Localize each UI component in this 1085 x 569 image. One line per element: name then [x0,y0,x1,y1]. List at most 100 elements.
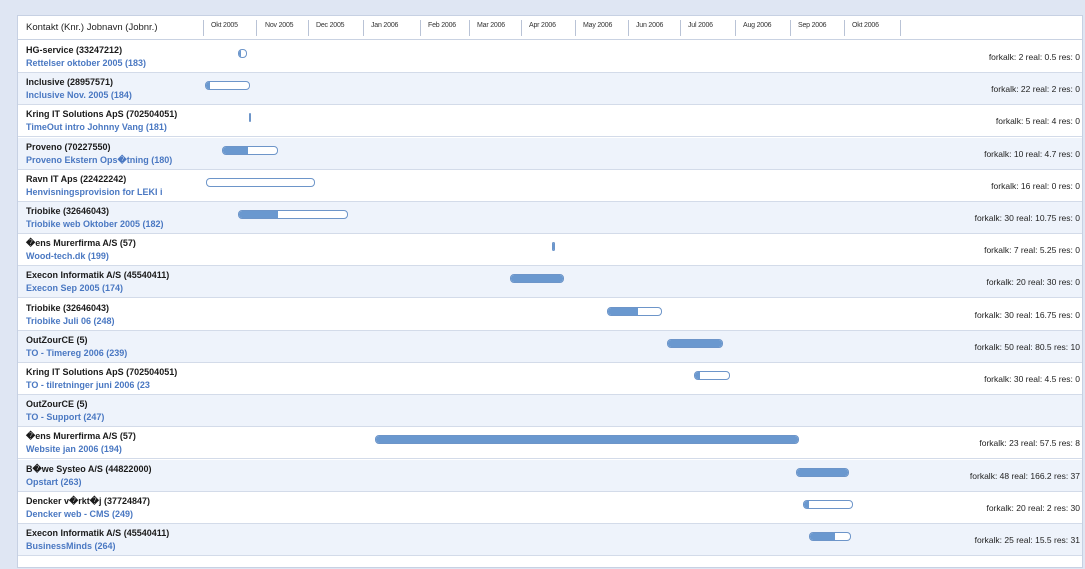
job-timeline-bar[interactable] [796,467,849,477]
job-stats: forkalk: 30 real: 16.75 res: 0 [974,309,1080,320]
job-row: Execon Informatik A/S (45540411) Execon S… [18,266,1082,299]
job-row: OutZourCE (5) TO - Timereg 2006 (239) fork… [18,330,1082,363]
column-header-title: Kontakt (Knr.) Jobnavn (Jobnr.) [26,22,158,33]
job-timeline-bar[interactable] [249,113,251,123]
job-row: HG-service (33247212) Rettelser oktober 2… [18,41,1082,73]
job-row: Ravn IT Aps (22422242) Henvisningsprovisi… [18,169,1082,202]
month-label: Aug 2006 [743,22,772,29]
job-link[interactable]: Execon Sep 2005 (174) [26,283,123,293]
job-row: Execon Informatik A/S (45540411) Business… [18,524,1082,556]
month-label: Jul 2006 [688,22,713,29]
month-label: Feb 2006 [428,22,456,29]
job-link[interactable]: Inclusive Nov. 2005 (184) [26,90,132,100]
month-divider [420,20,421,36]
progress-fill [553,243,554,251]
month-label: Sep 2006 [798,22,827,29]
job-row: �ens Murerfirma A/S (57) Wood-tech.dk (19… [18,234,1082,267]
job-stats: forkalk: 50 real: 80.5 res: 10 [974,341,1080,352]
job-link[interactable]: TO - Timereg 2006 (239) [26,348,127,358]
progress-fill [206,82,210,90]
month-divider [469,20,470,36]
month-divider [735,20,736,36]
month-divider [628,20,629,36]
contact-name: Triobike (32646043) [26,206,110,216]
job-timeline-bar[interactable] [205,81,250,91]
progress-fill [695,372,701,379]
job-timeline-bar[interactable] [206,177,315,187]
month-label: Okt 2005 [211,22,238,29]
contact-name: Inclusive (28957571) [26,77,114,88]
month-divider [790,20,791,36]
job-timeline-bar[interactable] [803,499,853,509]
job-stats: forkalk: 30 real: 4.5 res: 0 [984,374,1080,384]
job-timeline-bar[interactable] [607,306,662,316]
job-row: Kring IT Solutions ApS (702504051) TimeOu… [18,105,1082,138]
progress-fill [239,211,278,218]
job-link[interactable]: TO - tilretninger juni 2006 (23 [26,380,150,390]
job-link[interactable]: TO - Support (247) [26,412,104,422]
month-label: Mar 2006 [477,22,505,29]
job-row: Proveno (70227550) Proveno Ekstern Ops�tn… [18,137,1082,170]
contact-name: Kring IT Solutions ApS (702504051) [26,109,178,120]
progress-fill [511,275,563,283]
job-timeline-bar[interactable] [375,435,799,445]
progress-fill [797,468,848,476]
job-stats: forkalk: 23 real: 57.5 res: 8 [979,438,1080,449]
job-row: Kring IT Solutions ApS (702504051) TO - t… [18,363,1082,395]
job-timeline-bar[interactable] [694,371,730,380]
progress-fill [608,307,638,315]
job-link[interactable]: Opstart (263) [26,477,82,487]
contact-name: Kring IT Solutions ApS (702504051) [26,367,178,377]
progress-fill [804,500,809,508]
job-link[interactable]: Henvisningsprovision for LEKI i [26,187,163,197]
job-row: �ens Murerfirma A/S (57) Website jan 2006… [18,427,1082,460]
month-label: Jun 2006 [636,22,664,29]
contact-name: Proveno (70227550) [26,141,111,152]
progress-fill [223,146,249,154]
job-link[interactable]: TimeOut intro Johnny Vang (181) [26,122,167,132]
job-stats: forkalk: 16 real: 0 res: 0 [991,180,1080,191]
job-link[interactable]: Rettelser oktober 2005 (183) [26,58,146,68]
month-divider [575,20,576,36]
progress-fill [239,50,241,57]
job-timeline-bar[interactable] [510,274,564,284]
job-link[interactable]: Triobike Juli 06 (248) [26,316,115,326]
job-link[interactable]: Triobike web Oktober 2005 (182) [26,219,164,229]
month-label: Nov 2005 [265,22,294,29]
job-link[interactable]: Proveno Ekstern Ops�tning (180) [26,155,172,166]
job-stats: forkalk: 5 real: 4 res: 0 [995,116,1080,127]
job-stats: forkalk: 10 real: 4.7 res: 0 [984,148,1080,159]
job-link[interactable]: Wood-tech.dk (199) [26,251,109,261]
progress-fill [810,533,835,540]
job-timeline-bar[interactable] [238,210,348,219]
month-divider [308,20,309,36]
contact-name: B�we Systeo A/S (44822000) [26,463,152,474]
job-timeline-bar[interactable] [809,532,851,541]
timeline-header: Kontakt (Knr.) Jobnavn (Jobnr.) Okt 2005… [18,16,1082,40]
progress-fill [668,339,722,347]
contact-name: �ens Murerfirma A/S (57) [26,238,136,249]
job-row: Dencker v�rkt�j (37724847) Dencker web - … [18,491,1082,524]
job-link[interactable]: BusinessMinds (264) [26,541,116,551]
contact-name: Execon Informatik A/S (45540411) [26,528,170,538]
job-stats: forkalk: 20 real: 2 res: 30 [986,502,1080,513]
page-background: Kontakt (Knr.) Jobnavn (Jobnr.) Okt 2005… [0,0,1085,569]
month-divider [256,20,257,36]
month-label: Dec 2005 [316,22,345,29]
contact-name: OutZourCE (5) [26,399,88,410]
month-label: Okt 2006 [852,22,879,29]
job-timeline-bar[interactable] [238,49,247,58]
contact-name: Dencker v�rkt�j (37724847) [26,495,151,506]
month-divider [844,20,845,36]
gantt-panel: Kontakt (Knr.) Jobnavn (Jobnr.) Okt 2005… [17,15,1083,568]
contact-name: HG-service (33247212) [26,45,123,55]
job-stats: forkalk: 30 real: 10.75 res: 0 [974,213,1080,223]
job-link[interactable]: Website jan 2006 (194) [26,444,122,454]
job-timeline-bar[interactable] [667,338,723,348]
job-stats: forkalk: 48 real: 166.2 res: 37 [969,470,1080,481]
job-link[interactable]: Dencker web - CMS (249) [26,509,133,519]
job-timeline-bar[interactable] [222,145,278,155]
job-timeline-bar[interactable] [552,242,555,252]
month-label: May 2006 [583,22,613,29]
job-row: Inclusive (28957571) Inclusive Nov. 2005 … [18,73,1082,106]
